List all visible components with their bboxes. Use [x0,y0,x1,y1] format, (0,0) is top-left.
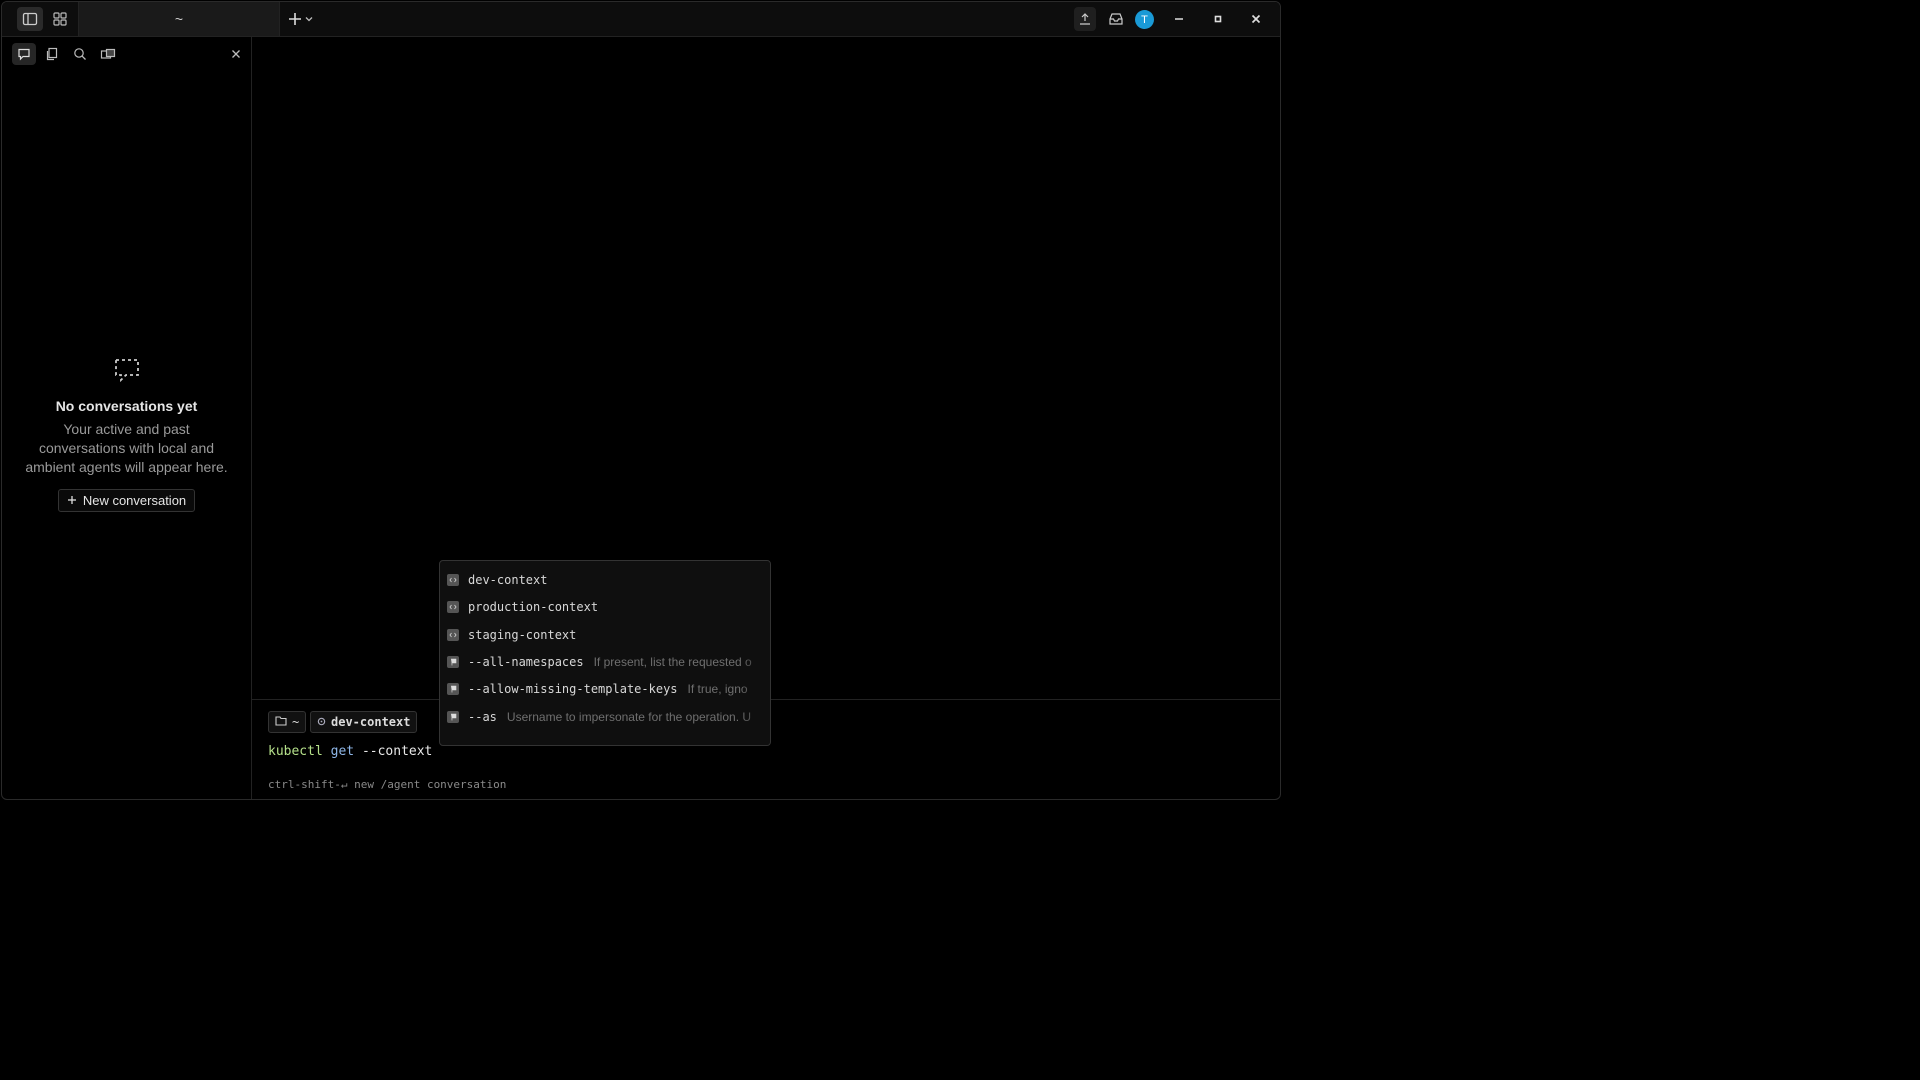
command-program: kubectl [268,744,323,759]
empty-title: No conversations yet [55,398,198,414]
maximize-icon[interactable] [1205,7,1231,31]
flag-icon [447,656,459,668]
completion-item[interactable]: --as Username to impersonate for the ope… [440,704,770,730]
chevron-down-icon[interactable] [302,7,316,31]
directory-chip[interactable]: ~ [268,711,307,733]
empty-state: No conversations yet Your active and pas… [2,357,251,512]
shortcut-hint: ctrl-shift-↵ new /agent conversation [268,778,507,791]
grid-icon[interactable] [47,7,73,31]
kubernetes-icon [317,715,326,729]
completion-description: If present, list the requested o [593,655,752,669]
minimize-icon[interactable] [1166,7,1192,31]
completion-description: Username to impersonate for the operatio… [506,710,752,724]
context-value-icon [447,601,459,613]
completion-item[interactable]: dev-context [440,567,770,593]
kube-context-chip[interactable]: dev-context [310,711,418,733]
context-value-icon [447,629,459,641]
completion-label: production-context [468,600,599,614]
flag-icon [447,683,459,695]
command-verb: get [330,744,355,759]
conversations-icon[interactable] [12,43,36,65]
sidebar-toggle-icon[interactable] [17,7,43,31]
command-line[interactable]: kubectl get --context [268,744,432,759]
completion-label: --allow-missing-template-keys [468,682,678,696]
completion-label: --all-namespaces [468,655,584,669]
completion-label: staging-context [468,628,577,642]
completion-label: --as [468,710,497,724]
sidebar: No conversations yet Your active and pas… [2,37,252,799]
completion-description: If true, igno [687,682,748,696]
empty-description: Your active and past conversations with … [25,421,228,475]
files-icon[interactable] [40,43,64,65]
completion-item[interactable]: --all-namespaces If present, list the re… [440,649,770,675]
inbox-icon[interactable] [1103,7,1129,31]
avatar[interactable]: T [1135,10,1154,29]
completion-menu: dev-context production-context staging-c… [439,560,771,746]
empty-conversation-icon [2,357,251,388]
kube-context-label: dev-context [331,715,411,729]
close-window-icon[interactable] [1243,7,1269,31]
new-conversation-label: New conversation [82,493,187,508]
folder-icon [275,715,287,729]
share-icon[interactable] [1074,7,1096,31]
completion-item[interactable]: --allow-missing-template-keys If true, i… [440,676,770,702]
title-bar: ~ T [2,2,1280,37]
completion-label: dev-context [468,573,548,587]
plus-icon [67,493,77,508]
tab-home[interactable]: ~ [78,2,280,36]
tab-title: ~ [174,11,184,27]
completion-item[interactable]: staging-context [440,622,770,648]
completion-item[interactable]: production-context [440,594,770,620]
new-conversation-button[interactable]: New conversation [57,489,196,512]
context-value-icon [447,574,459,586]
search-icon[interactable] [68,43,92,65]
directory-label: ~ [292,715,300,729]
close-sidebar-icon[interactable] [224,43,248,65]
command-arg: --context [361,744,433,759]
flag-icon [447,711,459,723]
drive-icon[interactable] [96,43,120,65]
